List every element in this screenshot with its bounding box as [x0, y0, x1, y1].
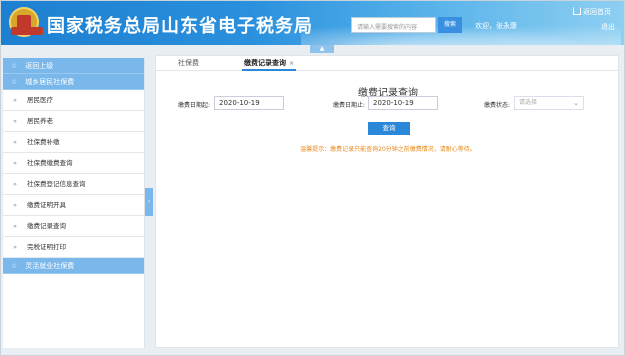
sidebar-item-label: 社保费缴费查询 [26, 159, 73, 167]
sidebar-item-label: 社保费补缴 [26, 138, 60, 146]
sidebar-back-label: 返回上级 [25, 62, 54, 70]
sidebar-item[interactable]: » 居民医疗 [3, 90, 144, 111]
sidebar-item-label: 居民养老 [26, 117, 53, 125]
sidebar-item[interactable]: » 社保费缴费查询 [3, 153, 144, 174]
sidebar-item-label: 缴费记录查询 [26, 222, 66, 230]
status-select[interactable]: 请选择 ⌄ [514, 96, 584, 110]
status-label: 缴费状态: [484, 102, 511, 109]
sidebar-item[interactable]: » 居民养老 [3, 111, 144, 132]
home-icon [573, 7, 581, 15]
sidebar-item-active[interactable]: » 缴费记录查询 [3, 216, 144, 237]
bullet-icon: » [13, 117, 17, 125]
sidebar-collapse-toggle[interactable]: ‹ [145, 188, 153, 216]
end-date-label: 缴费日期止: [333, 102, 366, 109]
bullet-icon: » [13, 180, 17, 188]
search-input[interactable]: 请输入需要搜索的内容 [351, 17, 436, 33]
tab-label: 社保费 [178, 59, 199, 67]
bullet-icon: » [13, 243, 17, 251]
query-button[interactable]: 查询 [368, 122, 410, 135]
chevron-down-icon: ⌄ [573, 99, 579, 107]
start-date-label: 缴费日期起: [178, 102, 211, 109]
sidebar-item[interactable]: » 社保费补缴 [3, 132, 144, 153]
site-header: 国家税务总局山东省电子税务局 请输入需要搜索的内容 搜索 欢迎，张永康 返回首页… [1, 1, 624, 45]
sidebar-section-label: 灵活就业社保费 [25, 262, 75, 270]
home-link[interactable]: 返回首页 [573, 6, 611, 17]
tab-bar: 社保费 缴费记录查询 × [156, 56, 618, 71]
logout-link[interactable]: 退出 [601, 22, 615, 32]
bullet-icon: » [13, 222, 17, 230]
home-link-label: 返回首页 [583, 8, 611, 16]
star-icon: ☆ [11, 78, 18, 86]
sidebar-item[interactable]: » 缴费证明开具 [3, 195, 144, 216]
tab-label: 缴费记录查询 [244, 59, 286, 67]
welcome-text: 欢迎，张永康 [475, 22, 517, 30]
close-icon[interactable]: × [289, 60, 294, 67]
sidebar-item[interactable]: » 完税证明打印 [3, 237, 144, 258]
start-date-field[interactable]: 2020-10-19 [214, 96, 284, 110]
bullet-icon: » [13, 138, 17, 146]
sidebar-item-label: 居民医疗 [26, 96, 53, 104]
sidebar-back[interactable]: ☆ 返回上级 [3, 58, 144, 74]
status-placeholder: 请选择 [519, 99, 538, 106]
sidebar-section-label: 城乡居民社保费 [25, 78, 75, 86]
sidebar-section-flexible[interactable]: ☆ 灵活就业社保费 [3, 258, 144, 274]
tab-social-insurance[interactable]: 社保费 [178, 56, 199, 71]
star-icon: ☆ [11, 262, 18, 270]
main-panel: 社保费 缴费记录查询 × 缴费记录查询 缴费日期起: 2020-10-19 缴费日… [155, 55, 619, 348]
bullet-icon: » [13, 159, 17, 167]
emblem-ribbon [11, 27, 43, 35]
sidebar-section-urban-rural[interactable]: ☆ 城乡居民社保费 [3, 74, 144, 90]
bullet-icon: » [13, 96, 17, 104]
end-date-field[interactable]: 2020-10-19 [368, 96, 438, 110]
warm-tip: 温馨提示：缴费记录只能查询20分钟之前缴费情况，请耐心等待。 [300, 146, 476, 153]
collapse-header-toggle[interactable]: ▲ [310, 45, 334, 53]
tab-payment-records[interactable]: 缴费记录查询 × [242, 56, 297, 71]
sidebar-item-label: 完税证明打印 [26, 243, 66, 251]
sidebar-item-label: 缴费证明开具 [26, 201, 66, 209]
search-button[interactable]: 搜索 [438, 17, 462, 33]
sidebar-item-label: 社保费登记信息查询 [26, 180, 86, 188]
sidebar: ☆ 返回上级 ☆ 城乡居民社保费 » 居民医疗 » 居民养老 » 社保费补缴 » 社保费缴费… [3, 58, 145, 348]
bullet-icon: » [13, 201, 17, 209]
sidebar-item[interactable]: » 社保费登记信息查询 [3, 174, 144, 195]
star-icon: ☆ [11, 62, 18, 70]
site-title: 国家税务总局山东省电子税务局 [47, 16, 313, 37]
